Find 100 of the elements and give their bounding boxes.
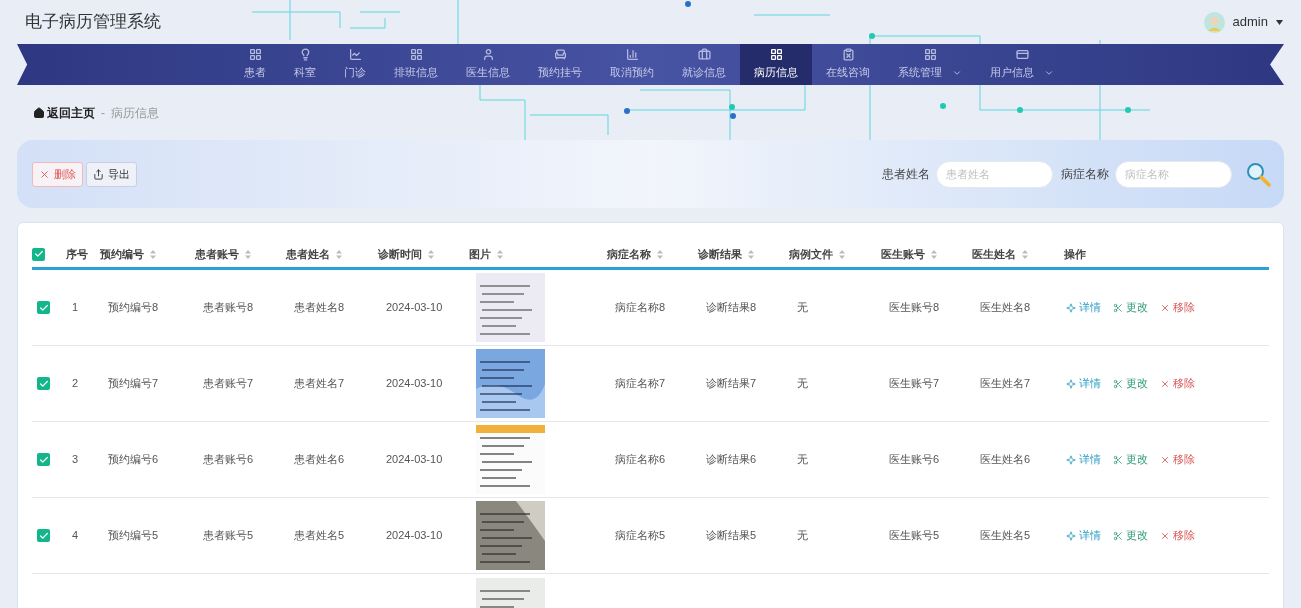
column-header[interactable]: 患者姓名 [286, 245, 342, 263]
export-button[interactable]: 导出 [86, 161, 137, 187]
table-cell: 预约编号5 [108, 529, 159, 542]
close-icon [1160, 302, 1170, 313]
home-icon [33, 106, 45, 119]
details-link[interactable]: 详情 [1066, 375, 1101, 392]
close-icon [1160, 378, 1170, 389]
column-header[interactable]: 诊断时间 [378, 245, 434, 263]
table-cell: 2 [72, 377, 79, 390]
nav-tab[interactable]: 在线咨询 [812, 44, 884, 85]
table-cell: 病症名称5 [615, 529, 666, 542]
sparkle-icon [1066, 530, 1076, 541]
search-icon [1246, 161, 1271, 187]
sort-icon [336, 249, 342, 259]
search-button[interactable] [1246, 161, 1271, 187]
remove-link[interactable]: 移除 [1160, 375, 1195, 392]
table-cell: 预约编号6 [108, 453, 159, 466]
remove-link[interactable]: 移除 [1160, 451, 1195, 468]
nav-tab[interactable]: 排班信息 [380, 44, 452, 85]
home-link[interactable]: 返回主页 [33, 103, 95, 122]
edit-link[interactable]: 更改 [1113, 451, 1148, 468]
sparkle-icon [1066, 302, 1076, 313]
column-header[interactable]: 医生姓名 [972, 245, 1028, 263]
nav-tab[interactable]: 系统管理 [884, 44, 976, 85]
nav-tab[interactable]: 取消预约 [596, 44, 668, 85]
user-menu[interactable]: admin [1203, 11, 1283, 33]
nav-icon [1015, 48, 1029, 62]
table-cell: 2024-03-10 [386, 529, 443, 542]
nav-tab[interactable]: 患者 [230, 44, 280, 85]
table-cell: 预约编号7 [108, 377, 159, 390]
details-link[interactable]: 详情 [1066, 299, 1101, 316]
nav-tab[interactable]: 病历信息 [740, 44, 812, 85]
checkbox[interactable] [37, 377, 50, 390]
app-title: 电子病历管理系统 [25, 11, 161, 34]
nav-tab[interactable]: 科室 [280, 44, 330, 85]
checkbox[interactable] [37, 301, 50, 314]
sort-icon [657, 249, 663, 259]
remove-link[interactable]: 移除 [1160, 527, 1195, 544]
breadcrumb-current: 病历信息 [111, 104, 159, 122]
avatar-icon [1203, 11, 1225, 33]
scissors-icon [1113, 302, 1123, 313]
table-cell: 诊断结果8 [706, 301, 757, 314]
table-cell: 无 [797, 529, 808, 542]
edit-link[interactable]: 更改 [1113, 375, 1148, 392]
table-cell: 无 [797, 301, 808, 314]
table-cell: 医生姓名8 [980, 301, 1031, 314]
table-cell: 患者姓名6 [294, 453, 345, 466]
table-cell: 医生账号7 [889, 377, 940, 390]
delete-button[interactable]: 删除 [32, 161, 83, 187]
column-header[interactable]: 图片 [469, 245, 503, 263]
scissors-icon [1113, 454, 1123, 465]
close-icon [1160, 454, 1170, 465]
table-cell: 2024-03-10 [386, 453, 443, 466]
column-header[interactable]: 病例文件 [789, 245, 845, 263]
sort-icon [839, 249, 845, 259]
table-cell: 医生姓名6 [980, 453, 1031, 466]
scissors-icon [1113, 530, 1123, 541]
close-icon [39, 168, 50, 180]
column-header: 操作 [1064, 246, 1086, 262]
column-header[interactable]: 病症名称 [607, 245, 663, 263]
nav-tab[interactable]: 用户信息 [976, 44, 1068, 85]
table-cell: 预约编号8 [108, 301, 159, 314]
table-cell: 患者姓名8 [294, 301, 345, 314]
remove-link[interactable]: 移除 [1160, 299, 1195, 316]
nav-icon [841, 48, 855, 62]
filter-label: 患者姓名 [882, 166, 930, 183]
table-cell: 病症名称8 [615, 301, 666, 314]
nav-icon [409, 48, 423, 62]
nav-tab[interactable]: 门诊 [330, 44, 380, 85]
column-header[interactable]: 医生账号 [881, 245, 937, 263]
table-cell: 患者账号5 [203, 529, 254, 542]
sort-icon [245, 249, 251, 259]
sort-icon [1022, 249, 1028, 259]
table-cell: 2024-03-10 [386, 301, 443, 314]
table-cell: 患者账号8 [203, 301, 254, 314]
column-header[interactable]: 诊断结果 [698, 245, 754, 263]
table-cell: 3 [72, 453, 79, 466]
column-header[interactable]: 预约编号 [100, 245, 156, 263]
details-link[interactable]: 详情 [1066, 451, 1101, 468]
checkbox[interactable] [37, 529, 50, 542]
table-cell: 诊断结果5 [706, 529, 757, 542]
sort-icon [931, 249, 937, 259]
nav-icon [697, 48, 711, 62]
table-cell: 无 [797, 377, 808, 390]
nav-tab[interactable]: 就诊信息 [668, 44, 740, 85]
sparkle-icon [1066, 454, 1076, 465]
table-cell: 医生账号6 [889, 453, 940, 466]
nav-icon [769, 48, 783, 62]
nav-icon [923, 48, 937, 62]
column-header[interactable]: 患者账号 [195, 245, 251, 263]
edit-link[interactable]: 更改 [1113, 527, 1148, 544]
checkbox[interactable] [37, 453, 50, 466]
checkbox[interactable] [32, 247, 45, 261]
nav-tab[interactable]: 医生信息 [452, 44, 524, 85]
edit-link[interactable]: 更改 [1113, 299, 1148, 316]
nav-icon [625, 48, 639, 62]
table-cell: 患者姓名5 [294, 529, 345, 542]
details-link[interactable]: 详情 [1066, 527, 1101, 544]
nav-tab[interactable]: 预约挂号 [524, 44, 596, 85]
search-field[interactable]: 患者姓名 [936, 160, 1053, 188]
